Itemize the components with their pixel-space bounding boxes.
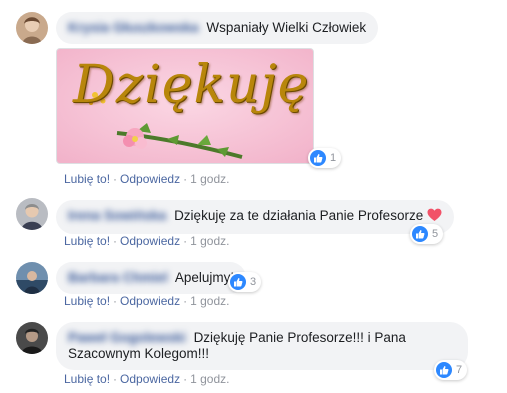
- reaction-count[interactable]: 1: [308, 148, 342, 168]
- comment-text: Dziękuję za te działania Panie Profesorz…: [174, 208, 424, 223]
- separator-dot: ·: [113, 172, 118, 186]
- reply-link[interactable]: Odpowiedz: [120, 172, 180, 186]
- comment-actions: Lubię to! · Odpowiedz · 1 godz.: [64, 234, 229, 248]
- timestamp[interactable]: 1 godz.: [190, 372, 229, 386]
- like-link[interactable]: Lubię to!: [64, 294, 110, 308]
- timestamp[interactable]: 1 godz.: [190, 294, 229, 308]
- like-link[interactable]: Lubię to!: [64, 234, 110, 248]
- reaction-count[interactable]: 3: [228, 272, 262, 292]
- separator-dot: ·: [113, 372, 118, 386]
- avatar[interactable]: [16, 322, 48, 354]
- reaction-count[interactable]: 5: [410, 224, 444, 244]
- like-icon: [230, 274, 246, 290]
- comment-bubble: Paweł Gogolewski Dziękuję Panie Profesor…: [56, 322, 468, 370]
- sticker-image[interactable]: Dziękuję: [56, 48, 314, 164]
- author-name[interactable]: Irena Sowińska: [68, 208, 166, 223]
- reply-link[interactable]: Odpowiedz: [120, 234, 180, 248]
- author-name[interactable]: Paweł Gogolewski: [68, 330, 186, 345]
- comment-text: Apelujmy!: [174, 270, 235, 285]
- comment-text: Wspaniały Wielki Człowiek: [206, 20, 367, 35]
- reaction-number: 5: [432, 228, 439, 240]
- separator-dot: ·: [183, 372, 188, 386]
- separator-dot: ·: [113, 294, 118, 308]
- reaction-number: 1: [330, 152, 337, 164]
- separator-dot: ·: [183, 234, 188, 248]
- reply-link[interactable]: Odpowiedz: [120, 294, 180, 308]
- reaction-count[interactable]: 7: [434, 360, 468, 380]
- avatar[interactable]: [16, 12, 48, 44]
- comment-text-line1: Dziękuję Panie Profesorze!!! i Pana: [193, 330, 406, 345]
- comment-actions: Lubię to! · Odpowiedz · 1 godz.: [64, 172, 229, 186]
- like-icon: [436, 362, 452, 378]
- reaction-number: 7: [456, 364, 463, 376]
- author-name[interactable]: Barbara Chmiel: [68, 270, 168, 285]
- like-link[interactable]: Lubię to!: [64, 172, 110, 186]
- reaction-number: 3: [250, 276, 257, 288]
- comment-bubble: Irena Sowińska Dziękuję za te działania …: [56, 200, 454, 234]
- timestamp[interactable]: 1 godz.: [190, 172, 229, 186]
- avatar[interactable]: [16, 262, 48, 294]
- separator-dot: ·: [113, 234, 118, 248]
- sticker-text: Dziękuję: [73, 55, 310, 115]
- author-name[interactable]: Krysia Głuszkowska: [68, 20, 199, 35]
- comment-actions: Lubię to! · Odpowiedz · 1 godz.: [64, 372, 229, 386]
- like-link[interactable]: Lubię to!: [64, 372, 110, 386]
- comment-bubble: Barbara Chmiel Apelujmy!: [56, 262, 247, 294]
- avatar[interactable]: [16, 198, 48, 230]
- timestamp[interactable]: 1 godz.: [190, 234, 229, 248]
- like-icon: [412, 226, 428, 242]
- reply-link[interactable]: Odpowiedz: [120, 372, 180, 386]
- separator-dot: ·: [183, 172, 188, 186]
- comment-actions: Lubię to! · Odpowiedz · 1 godz.: [64, 294, 229, 308]
- like-icon: [310, 150, 326, 166]
- comment-text-line2: Szacownym Kolegom!!!: [68, 346, 210, 361]
- separator-dot: ·: [183, 294, 188, 308]
- comment-bubble: Krysia Głuszkowska Wspaniały Wielki Czło…: [56, 12, 379, 44]
